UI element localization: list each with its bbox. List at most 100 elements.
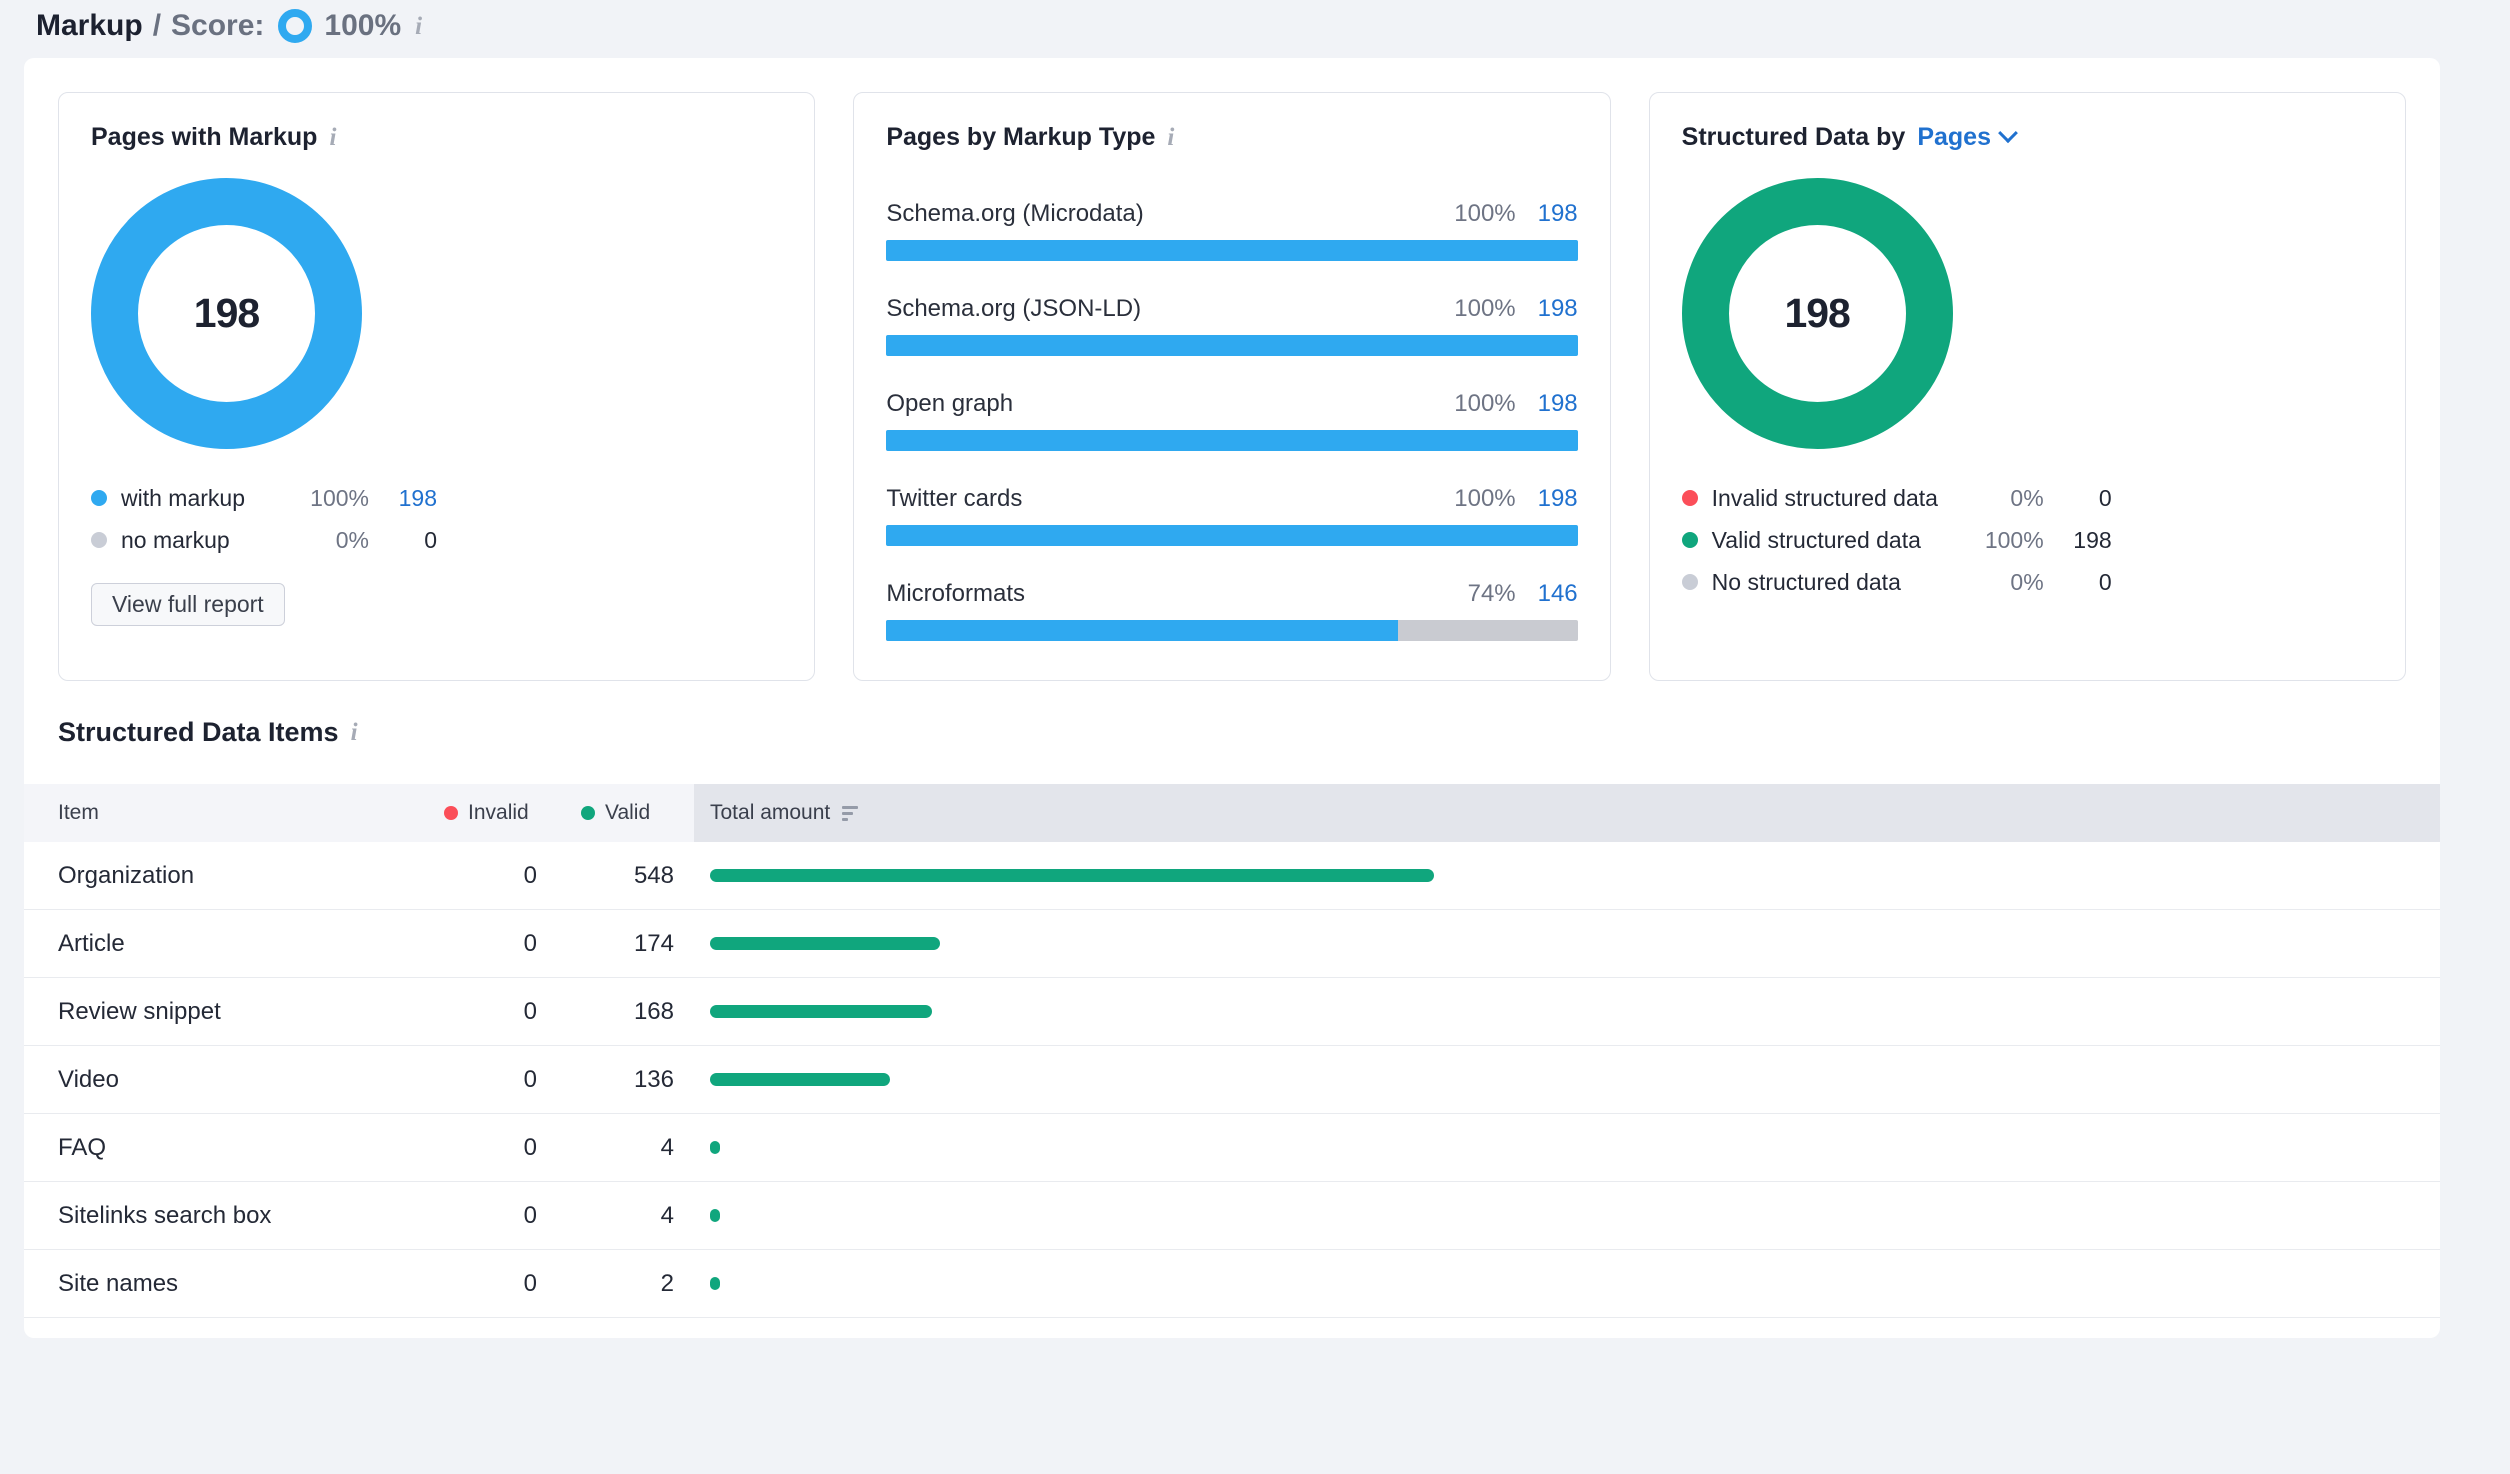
score-donut-icon bbox=[278, 9, 312, 43]
page-title: Markup bbox=[36, 9, 143, 43]
markup-type-bar-fill bbox=[886, 525, 1577, 546]
score-value: 100% bbox=[324, 9, 401, 43]
pages-count-link[interactable]: 198 bbox=[1534, 295, 1578, 323]
pages-count-link[interactable]: 198 bbox=[1534, 390, 1578, 418]
pages-by-markup-type-card: Pages by Markup Type i Schema.org (Micro… bbox=[853, 92, 1610, 681]
chevron-down-icon bbox=[1998, 123, 2018, 143]
markup-type-bar-track bbox=[886, 525, 1577, 546]
valid-count: 168 bbox=[549, 998, 694, 1026]
markup-type-row: Twitter cards 100% 198 bbox=[886, 485, 1577, 546]
invalid-count: 0 bbox=[444, 862, 549, 890]
valid-count: 136 bbox=[549, 1066, 694, 1094]
table-row: Site names 0 2 bbox=[24, 1250, 2440, 1318]
legend-count: 0 bbox=[2044, 569, 2112, 596]
invalid-count: 0 bbox=[444, 1134, 549, 1162]
total-amount-bar bbox=[710, 1005, 932, 1018]
info-icon[interactable]: i bbox=[415, 14, 422, 39]
markup-type-label: Schema.org (JSON-LD) bbox=[886, 295, 1141, 323]
markup-type-percent: 100% bbox=[1454, 295, 1515, 323]
markup-type-label: Microformats bbox=[886, 580, 1025, 608]
total-amount-cell bbox=[694, 1141, 2440, 1154]
item-label: Organization bbox=[24, 862, 444, 890]
legend-item: No structured data 0% 0 bbox=[1682, 569, 2112, 595]
structured-data-items-title: Structured Data Items i bbox=[58, 717, 2440, 748]
markup-type-row: Schema.org (Microdata) 100% 198 bbox=[886, 200, 1577, 261]
legend-dot-icon bbox=[1682, 532, 1698, 548]
legend-label: no markup bbox=[121, 527, 291, 554]
total-amount-cell bbox=[694, 1209, 2440, 1222]
page-header: Markup / Score: 100% i bbox=[36, 6, 422, 46]
info-icon[interactable]: i bbox=[329, 125, 336, 150]
legend-percent: 0% bbox=[1966, 485, 2044, 512]
table-row: Organization 0 548 bbox=[24, 842, 2440, 910]
markup-type-row: Schema.org (JSON-LD) 100% 198 bbox=[886, 295, 1577, 356]
valid-dot-icon bbox=[581, 806, 595, 820]
section-title-text: Structured Data Items bbox=[58, 717, 339, 748]
total-amount-bar bbox=[710, 937, 940, 950]
table-row: Sitelinks search box 0 4 bbox=[24, 1182, 2440, 1250]
legend-item: Invalid structured data 0% 0 bbox=[1682, 485, 2112, 511]
donut-legend: Invalid structured data 0% 0 Valid struc… bbox=[1682, 485, 2112, 595]
structured-data-items-table: Organization 0 548 Article 0 174 Review … bbox=[24, 842, 2440, 1318]
legend-count: 0 bbox=[2044, 485, 2112, 512]
sort-descending-icon bbox=[842, 806, 858, 821]
legend-dot-icon bbox=[1682, 574, 1698, 590]
markup-type-bar-track bbox=[886, 620, 1577, 641]
legend-label: Invalid structured data bbox=[1712, 485, 1966, 512]
selector-value: Pages bbox=[1917, 123, 1991, 152]
legend-label: No structured data bbox=[1712, 569, 1966, 596]
legend-count: 198 bbox=[2044, 527, 2112, 554]
markup-type-percent: 100% bbox=[1454, 390, 1515, 418]
total-amount-bar bbox=[710, 1073, 890, 1086]
info-icon[interactable]: i bbox=[351, 720, 358, 745]
item-label: Sitelinks search box bbox=[24, 1202, 444, 1230]
invalid-count: 0 bbox=[444, 1202, 549, 1230]
breadcrumb-separator: / bbox=[153, 9, 161, 43]
legend-item: with markup 100% 198 bbox=[91, 485, 437, 511]
markup-type-bar-track bbox=[886, 335, 1577, 356]
valid-count: 2 bbox=[549, 1270, 694, 1298]
card-title: Structured Data by bbox=[1682, 123, 1906, 152]
summary-cards-row: Pages with Markup i 198 with markup 100%… bbox=[24, 58, 2440, 681]
donut-center-value: 198 bbox=[1784, 290, 1849, 337]
pages-count-link[interactable]: 198 bbox=[1534, 200, 1578, 228]
total-amount-cell bbox=[694, 1005, 2440, 1018]
info-icon[interactable]: i bbox=[1167, 125, 1174, 150]
legend-percent: 0% bbox=[291, 527, 369, 554]
markup-type-bar-fill bbox=[886, 240, 1577, 261]
pages-count-link[interactable]: 198 bbox=[1534, 485, 1578, 513]
pages-selector-dropdown[interactable]: Pages bbox=[1917, 123, 2015, 152]
markup-type-percent: 100% bbox=[1454, 200, 1515, 228]
column-valid: Valid bbox=[549, 801, 694, 825]
markup-report-panel: Pages with Markup i 198 with markup 100%… bbox=[24, 58, 2440, 1338]
total-amount-bar bbox=[710, 1141, 720, 1154]
invalid-count: 0 bbox=[444, 1270, 549, 1298]
legend-count[interactable]: 198 bbox=[369, 485, 437, 512]
pages-with-markup-donut-chart[interactable]: 198 bbox=[91, 178, 362, 449]
total-amount-cell bbox=[694, 869, 2440, 882]
table-row: Article 0 174 bbox=[24, 910, 2440, 978]
total-amount-bar bbox=[710, 1277, 720, 1290]
valid-count: 174 bbox=[549, 930, 694, 958]
markup-type-bar-fill bbox=[886, 620, 1398, 641]
card-title: Pages with Markup bbox=[91, 123, 317, 152]
card-title: Pages by Markup Type bbox=[886, 123, 1155, 152]
total-amount-cell bbox=[694, 937, 2440, 950]
structured-data-donut-chart[interactable]: 198 bbox=[1682, 178, 1953, 449]
column-total-amount-sort[interactable]: Total amount bbox=[694, 784, 2440, 842]
pages-count-link[interactable]: 146 bbox=[1534, 580, 1578, 608]
markup-type-bars: Schema.org (Microdata) 100% 198 Schema.o… bbox=[886, 200, 1577, 641]
markup-type-percent: 100% bbox=[1454, 485, 1515, 513]
legend-percent: 100% bbox=[1966, 527, 2044, 554]
markup-type-row: Open graph 100% 198 bbox=[886, 390, 1577, 451]
markup-type-bar-track bbox=[886, 240, 1577, 261]
view-full-report-button[interactable]: View full report bbox=[91, 583, 285, 626]
table-header-row: Item Invalid Valid Total amount bbox=[24, 784, 2440, 842]
markup-type-label: Schema.org (Microdata) bbox=[886, 200, 1143, 228]
total-amount-bar bbox=[710, 869, 1434, 882]
legend-item: no markup 0% 0 bbox=[91, 527, 437, 553]
valid-count: 548 bbox=[549, 862, 694, 890]
column-invalid: Invalid bbox=[444, 801, 549, 825]
pages-with-markup-card: Pages with Markup i 198 with markup 100%… bbox=[58, 92, 815, 681]
markup-type-bar-fill bbox=[886, 335, 1577, 356]
